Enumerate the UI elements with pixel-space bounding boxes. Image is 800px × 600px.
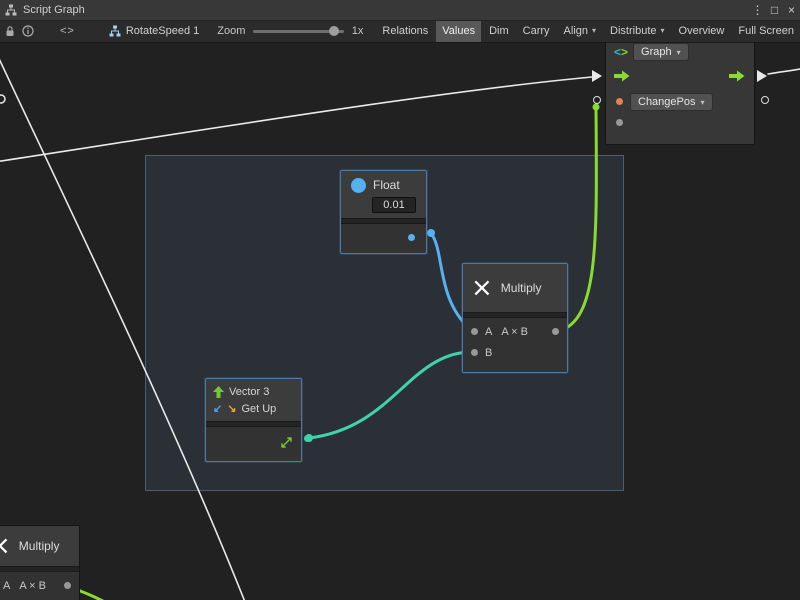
partial-multiply-output-label: A × B bbox=[19, 580, 46, 592]
float-output-port[interactable] bbox=[408, 234, 415, 241]
graph-toolbar: <> RotateSpeed 1 Zoom 1x Relations Value… bbox=[0, 20, 800, 43]
graph-name: RotateSpeed 1 bbox=[126, 25, 199, 37]
multiply-input-b-port[interactable] bbox=[471, 349, 478, 356]
graph-breadcrumb[interactable]: RotateSpeed 1 bbox=[109, 25, 199, 37]
multiply-icon: × bbox=[0, 533, 11, 559]
chevron-down-icon: ▾ bbox=[661, 20, 665, 42]
flow-input-arrow-icon[interactable] bbox=[614, 70, 630, 82]
get-arrow-blue-icon: ↙ bbox=[213, 402, 222, 415]
relations-button[interactable]: Relations bbox=[376, 20, 434, 42]
flow-edge-arrowhead-left bbox=[592, 70, 602, 82]
vector3-move-icon bbox=[280, 436, 293, 449]
float-node-body bbox=[341, 224, 426, 250]
multiply-input-a-port[interactable] bbox=[471, 328, 478, 335]
partial-multiply-port-row: A A × B bbox=[0, 575, 79, 596]
code-view-button[interactable]: <> bbox=[60, 25, 75, 37]
changepos-dropdown-label: ChangePos bbox=[638, 96, 696, 108]
vector3-node-header: Vector 3 ↙ ↘ Get Up bbox=[206, 379, 301, 421]
get-arrow-orange-icon: ↘ bbox=[227, 402, 236, 415]
chevron-down-icon: ▾ bbox=[677, 48, 681, 57]
info-icon bbox=[22, 25, 34, 37]
multiply-port-row-a: A A × B bbox=[463, 321, 567, 342]
zoom-label: Zoom bbox=[217, 25, 245, 37]
graph-asset-icon bbox=[109, 25, 121, 37]
lock-button[interactable] bbox=[4, 25, 16, 37]
partial-multiply-header: × Multiply bbox=[0, 526, 79, 566]
multiply-input-a-label: A bbox=[485, 326, 492, 338]
window-titlebar: Script Graph ⋮ □ × bbox=[0, 0, 800, 21]
partial-multiply-title: Multiply bbox=[19, 539, 60, 553]
multiply-port-list: A A × B B bbox=[463, 318, 567, 372]
float-type-icon bbox=[351, 178, 366, 193]
zoom-value: 1x bbox=[352, 25, 364, 37]
multiply-input-b-label: B bbox=[485, 347, 492, 359]
float-node-header: Float 0.01 bbox=[341, 171, 426, 218]
dim-button[interactable]: Dim bbox=[483, 20, 515, 42]
window-controls: ⋮ □ × bbox=[749, 3, 800, 17]
multiply-node[interactable]: × Multiply A A × B B bbox=[462, 263, 568, 373]
event-node-header: <> Graph ▾ bbox=[614, 43, 689, 61]
partial-multiply-node[interactable]: × Multiply A A × B bbox=[0, 525, 80, 600]
partial-multiply-output-port[interactable] bbox=[64, 582, 71, 589]
window-maximize-button[interactable]: □ bbox=[766, 3, 783, 17]
code-left-glyph: < bbox=[614, 45, 621, 59]
vector3-node-subtitle: Get Up bbox=[241, 403, 276, 415]
chevron-down-icon: ▾ bbox=[592, 20, 596, 42]
chevron-down-icon: ▾ bbox=[701, 98, 705, 107]
multiply-node-header: × Multiply bbox=[463, 264, 567, 312]
vector3-getup-node[interactable]: Vector 3 ↙ ↘ Get Up bbox=[205, 378, 302, 462]
vector3-node-body bbox=[206, 427, 301, 457]
multiply-node-title: Multiply bbox=[501, 281, 542, 295]
fullscreen-button[interactable]: Full Screen bbox=[732, 20, 800, 42]
getup-output-port[interactable] bbox=[304, 435, 311, 442]
partial-multiply-input-label: A bbox=[3, 580, 10, 592]
lock-icon bbox=[4, 25, 16, 37]
vector3-node-title: Vector 3 bbox=[229, 386, 269, 398]
distribute-label: Distribute bbox=[610, 20, 656, 42]
graph-type-icon: <> bbox=[614, 45, 628, 59]
multiply-output-port[interactable] bbox=[552, 328, 559, 335]
unconnected-port-ring-right[interactable] bbox=[761, 96, 769, 104]
graph-dropdown[interactable]: Graph ▾ bbox=[633, 43, 689, 61]
graph-dropdown-label: Graph bbox=[641, 46, 672, 58]
partial-multiply-port-list: A A × B bbox=[0, 572, 79, 600]
multiply-output-label: A × B bbox=[501, 326, 528, 338]
zoom-slider[interactable] bbox=[253, 30, 343, 33]
info-button[interactable] bbox=[22, 25, 34, 37]
values-button[interactable]: Values bbox=[436, 20, 481, 42]
script-graph-window: Float 0.01 × Multiply A A × B B bbox=[0, 0, 800, 600]
multiply-port-row-b: B bbox=[463, 342, 567, 363]
vector3-up-arrow-icon bbox=[213, 386, 224, 398]
event-extra-port[interactable] bbox=[616, 119, 623, 126]
unconnected-port-ring-left[interactable] bbox=[593, 96, 601, 104]
multiply-icon: × bbox=[471, 275, 493, 301]
changepos-variable-dropdown[interactable]: ChangePos ▾ bbox=[630, 93, 713, 111]
changepos-event-node[interactable]: <> Graph ▾ ChangePos ▾ bbox=[605, 38, 755, 145]
overview-button[interactable]: Overview bbox=[673, 20, 731, 42]
align-dropdown-button[interactable]: Align ▾ bbox=[558, 20, 602, 42]
zoom-slider-handle[interactable] bbox=[329, 26, 339, 36]
float-value-input[interactable]: 0.01 bbox=[372, 197, 416, 213]
window-close-button[interactable]: × bbox=[783, 3, 800, 17]
align-label: Align bbox=[564, 20, 588, 42]
window-title: Script Graph bbox=[23, 4, 85, 16]
changepos-value-port[interactable] bbox=[616, 98, 623, 105]
flow-edge-arrowhead-right bbox=[757, 70, 767, 82]
script-graph-icon bbox=[5, 4, 17, 16]
distribute-dropdown-button[interactable]: Distribute ▾ bbox=[604, 20, 670, 42]
float-node[interactable]: Float 0.01 bbox=[340, 170, 427, 254]
float-node-title: Float bbox=[373, 178, 400, 192]
flow-output-arrow-icon[interactable] bbox=[729, 70, 745, 82]
code-right-glyph: > bbox=[621, 45, 628, 59]
window-menu-button[interactable]: ⋮ bbox=[749, 3, 766, 17]
carry-button[interactable]: Carry bbox=[517, 20, 556, 42]
